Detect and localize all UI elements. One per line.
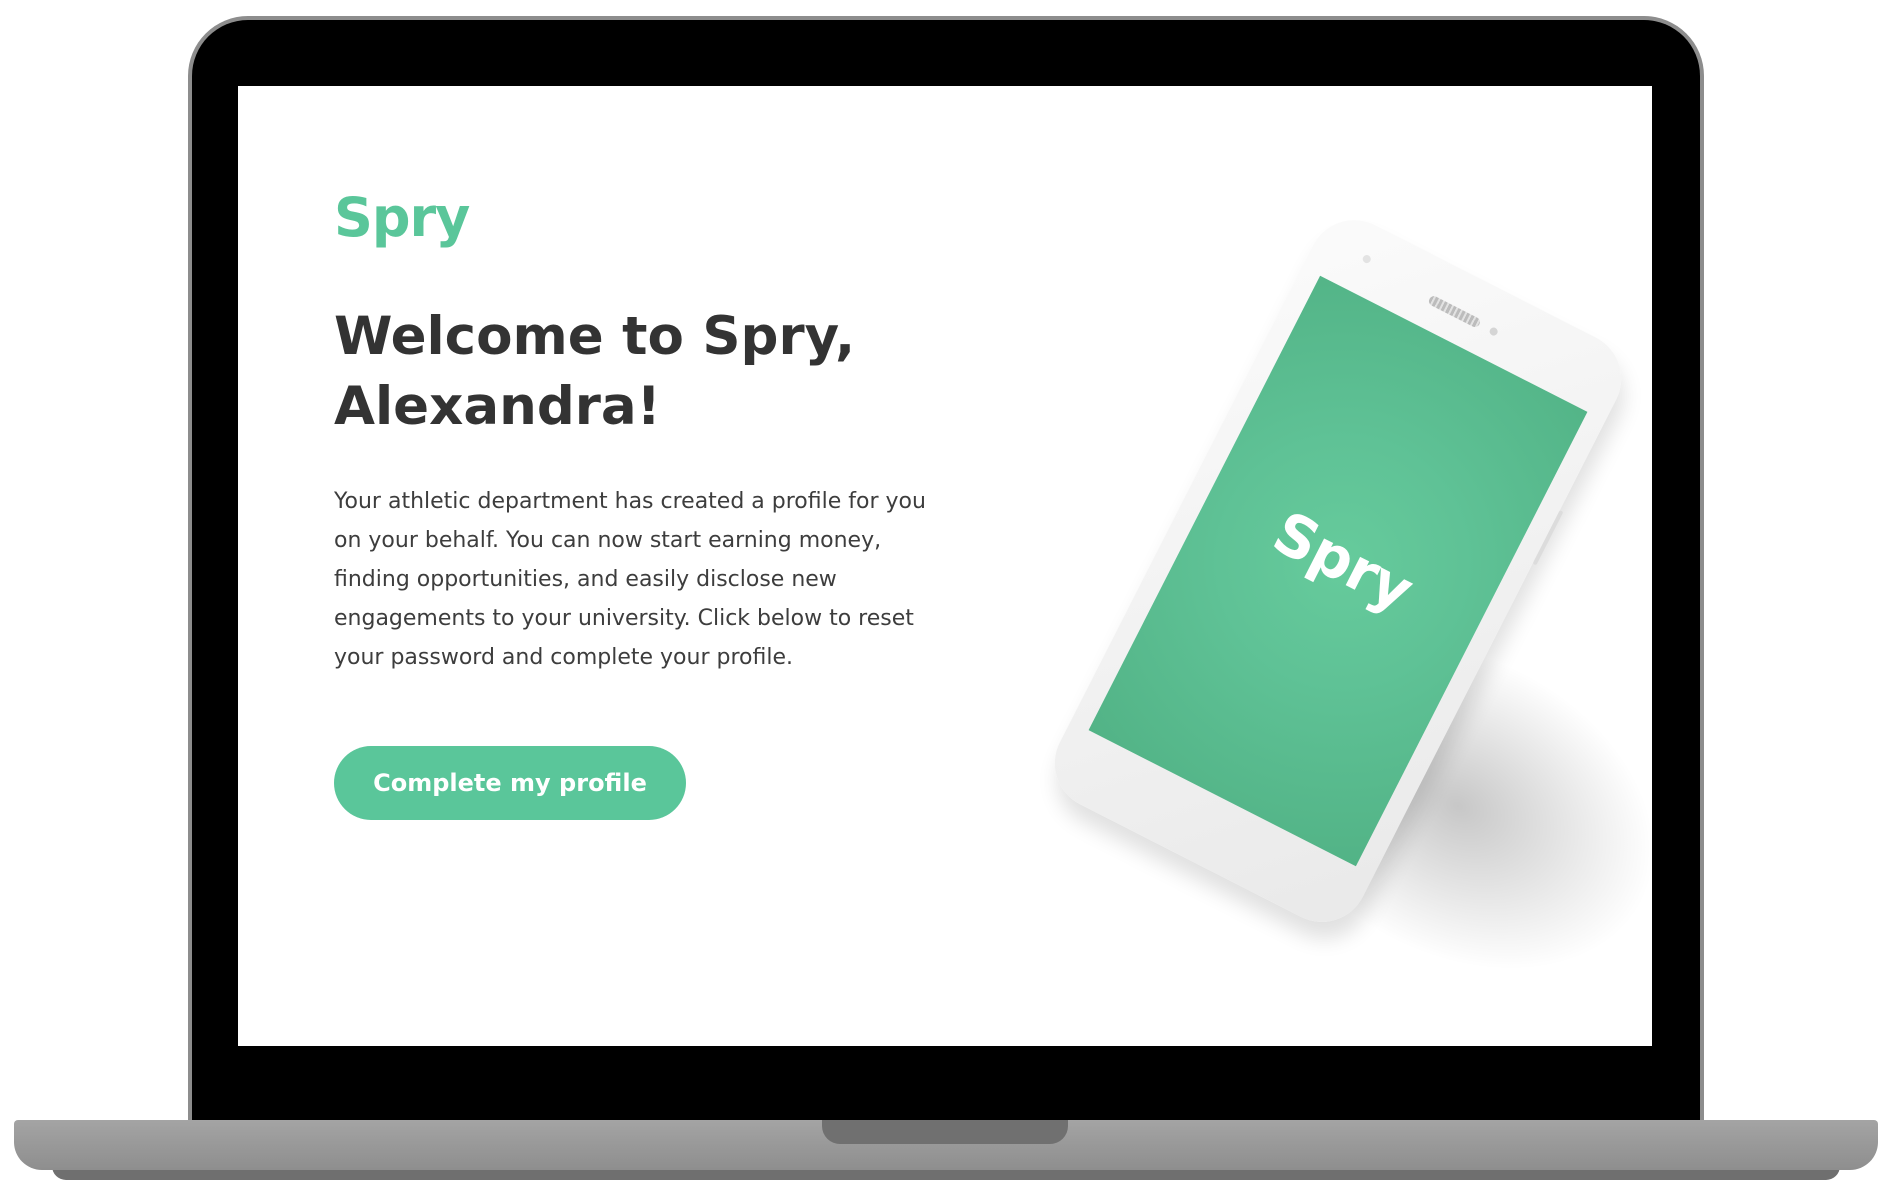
phone-sensor-icon bbox=[1361, 253, 1373, 265]
complete-profile-button[interactable]: Complete my profile bbox=[334, 746, 686, 820]
phone-camera-icon bbox=[1488, 326, 1500, 337]
laptop-screen: Spry Welcome to Spry, Alexandra! Your at… bbox=[238, 86, 1652, 1046]
welcome-body-text: Your athletic department has created a p… bbox=[334, 489, 926, 670]
phone-illustration: Spry bbox=[998, 136, 1652, 1038]
welcome-heading: Welcome to Spry, Alexandra! bbox=[334, 306, 856, 437]
laptop-notch bbox=[822, 1120, 1068, 1144]
phone-speaker-icon bbox=[1427, 294, 1482, 329]
phone-side-button bbox=[1532, 510, 1564, 566]
spry-logo: Spry bbox=[334, 186, 470, 249]
phone-screen-logo: Spry bbox=[1262, 497, 1424, 625]
